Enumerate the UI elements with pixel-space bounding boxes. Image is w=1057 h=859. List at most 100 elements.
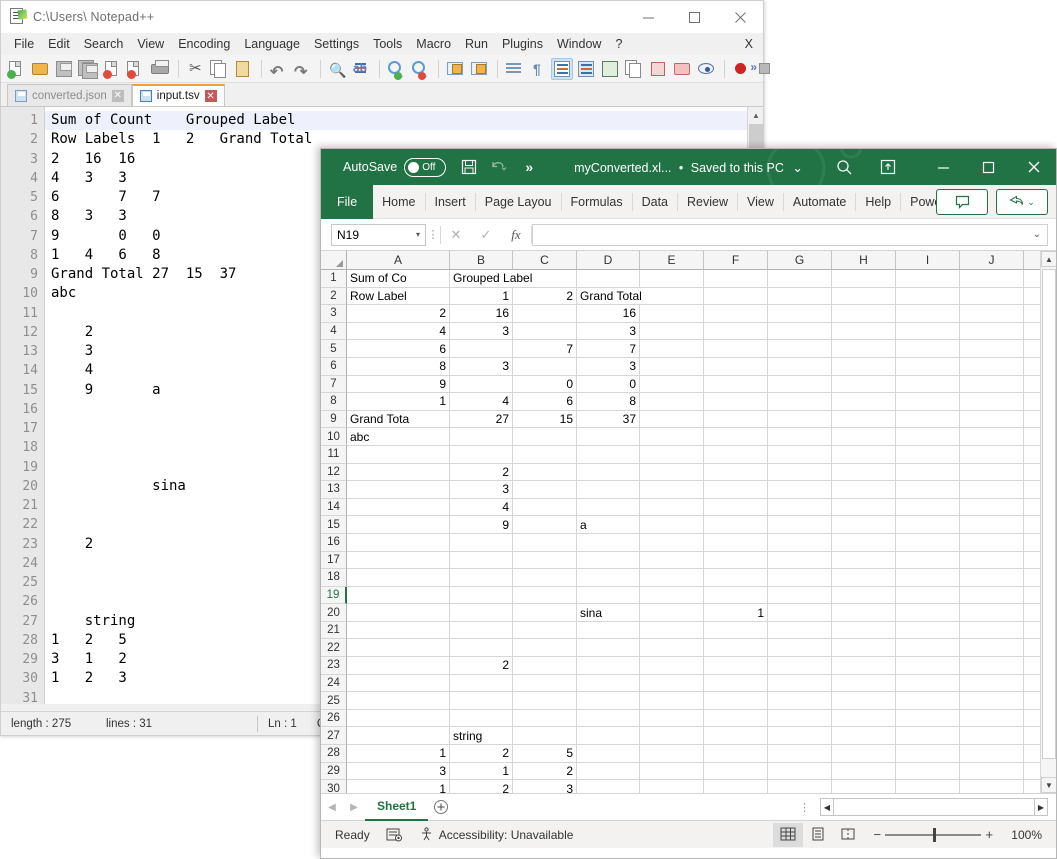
cell-H27[interactable] xyxy=(832,727,896,746)
cell-C3[interactable] xyxy=(513,305,577,323)
cell-I11[interactable] xyxy=(896,445,960,464)
cell-I13[interactable] xyxy=(896,481,960,499)
row-header-7[interactable]: 7 xyxy=(321,375,347,394)
cell-F15[interactable] xyxy=(704,516,768,534)
zoom-slider[interactable]: − + xyxy=(869,827,997,842)
cell-F2[interactable] xyxy=(704,287,768,306)
zoom-out-button[interactable]: − xyxy=(869,827,885,842)
cell-A15[interactable] xyxy=(347,516,450,534)
row-header-14[interactable]: 14 xyxy=(321,498,347,517)
more-chevrons-icon[interactable]: » xyxy=(514,152,544,182)
cell-C6[interactable] xyxy=(513,357,577,376)
menu-search[interactable]: Search xyxy=(77,35,131,53)
row-header-18[interactable]: 18 xyxy=(321,569,347,587)
function-list-icon[interactable] xyxy=(647,58,669,80)
row-header-8[interactable]: 8 xyxy=(321,393,347,411)
cell-C28[interactable]: 5 xyxy=(513,745,577,763)
row-header-21[interactable]: 21 xyxy=(321,621,347,640)
row-header-13[interactable]: 13 xyxy=(321,481,347,499)
autosave-control[interactable]: AutoSave Off xyxy=(343,157,447,177)
cell-B3[interactable]: 16 xyxy=(450,305,513,323)
cell-D13[interactable] xyxy=(577,481,640,499)
tab-close-icon[interactable]: ✕ xyxy=(111,89,124,102)
folder-as-workspace-icon[interactable] xyxy=(671,58,693,80)
cell-B5[interactable] xyxy=(450,340,513,358)
cell-B25[interactable] xyxy=(450,692,513,710)
cell-C27[interactable] xyxy=(513,727,577,746)
cell-B9[interactable]: 27 xyxy=(450,410,513,429)
user-defined-language-icon[interactable] xyxy=(575,58,597,80)
cell-A9[interactable]: Grand Tota xyxy=(347,410,450,429)
row-header-17[interactable]: 17 xyxy=(321,551,347,570)
cell-A23[interactable] xyxy=(347,657,450,675)
column-header-i[interactable]: I xyxy=(896,251,960,270)
cell-B30[interactable]: 2 xyxy=(450,780,513,793)
cell-A28[interactable]: 1 xyxy=(347,745,450,763)
menu-language[interactable]: Language xyxy=(237,35,307,53)
previous-sheet-icon[interactable]: ◀ xyxy=(321,794,343,821)
cell-I17[interactable] xyxy=(896,551,960,570)
cell-B22[interactable] xyxy=(450,639,513,658)
cell-B15[interactable]: 9 xyxy=(450,516,513,534)
cell-J29[interactable] xyxy=(960,762,1024,781)
cell-D15[interactable]: a xyxy=(577,516,640,534)
cell-G12[interactable] xyxy=(768,463,832,482)
cell-E16[interactable] xyxy=(640,533,704,552)
cell-I15[interactable] xyxy=(896,516,960,534)
cell-H21[interactable] xyxy=(832,621,896,640)
cell-C30[interactable]: 3 xyxy=(513,780,577,793)
cell-C5[interactable]: 7 xyxy=(513,340,577,358)
row-header-12[interactable]: 12 xyxy=(321,463,347,482)
cell-G8[interactable] xyxy=(768,393,832,411)
cell-J8[interactable] xyxy=(960,393,1024,411)
cell-A5[interactable]: 6 xyxy=(347,340,450,358)
menu-run[interactable]: Run xyxy=(458,35,495,53)
cell-C22[interactable] xyxy=(513,639,577,658)
cell-A7[interactable]: 9 xyxy=(347,375,450,394)
cell-E4[interactable] xyxy=(640,322,704,341)
cell-D30[interactable] xyxy=(577,780,640,793)
cell-H2[interactable] xyxy=(832,287,896,306)
cell-A10[interactable]: abc xyxy=(347,428,450,446)
cell-B1[interactable]: Grouped Label xyxy=(450,270,532,288)
cell-H14[interactable] xyxy=(832,498,896,517)
cell-D25[interactable] xyxy=(577,692,640,710)
notepad-maximize-button[interactable] xyxy=(671,1,717,33)
cell-G19[interactable] xyxy=(768,586,832,605)
cell-B7[interactable] xyxy=(450,375,513,394)
cell-F16[interactable] xyxy=(704,533,768,552)
cell-F14[interactable] xyxy=(704,498,768,517)
cell-C24[interactable] xyxy=(513,674,577,693)
cell-E28[interactable] xyxy=(640,745,704,763)
cell-J24[interactable] xyxy=(960,674,1024,693)
cell-I7[interactable] xyxy=(896,375,960,394)
cell-E5[interactable] xyxy=(640,340,704,358)
scroll-up-icon[interactable]: ▲ xyxy=(748,107,763,123)
menu-encoding[interactable]: Encoding xyxy=(171,35,237,53)
cell-G9[interactable] xyxy=(768,410,832,429)
cell-B12[interactable]: 2 xyxy=(450,463,513,482)
cell-H25[interactable] xyxy=(832,692,896,710)
cell-J11[interactable] xyxy=(960,445,1024,464)
tab-review[interactable]: Review xyxy=(678,185,737,219)
cell-C13[interactable] xyxy=(513,481,577,499)
row-header-1[interactable]: 1 xyxy=(321,270,347,288)
cell-J28[interactable] xyxy=(960,745,1024,763)
tab-automate[interactable]: Automate xyxy=(784,185,856,219)
cell-G17[interactable] xyxy=(768,551,832,570)
cell-B2[interactable]: 1 xyxy=(450,287,513,306)
cell-J25[interactable] xyxy=(960,692,1024,710)
cell-J27[interactable] xyxy=(960,727,1024,746)
undo-icon[interactable] xyxy=(484,152,514,182)
cell-H24[interactable] xyxy=(832,674,896,693)
cell-I24[interactable] xyxy=(896,674,960,693)
cell-E30[interactable] xyxy=(640,780,704,793)
cell-G20[interactable] xyxy=(768,604,832,622)
cell-C1[interactable] xyxy=(513,270,577,288)
cell-A4[interactable]: 4 xyxy=(347,322,450,341)
cell-D6[interactable]: 3 xyxy=(577,357,640,376)
scroll-left-icon[interactable]: ◀ xyxy=(820,798,834,816)
cell-A21[interactable] xyxy=(347,621,450,640)
cell-H5[interactable] xyxy=(832,340,896,358)
cell-E29[interactable] xyxy=(640,762,704,781)
